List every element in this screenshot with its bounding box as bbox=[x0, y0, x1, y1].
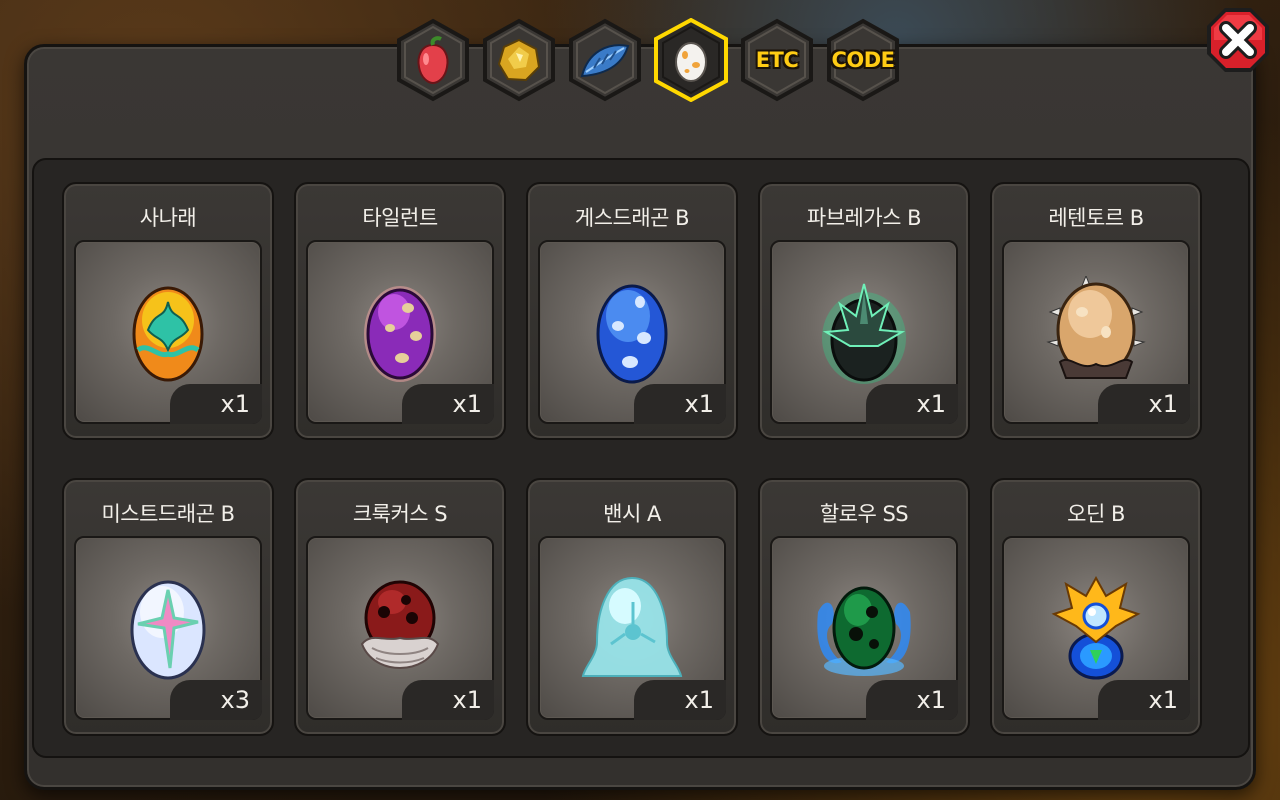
crookus-egg-icon bbox=[360, 580, 440, 670]
item-quantity: x1 bbox=[634, 680, 726, 720]
item-card[interactable]: 크룩커스 S x1 bbox=[294, 478, 506, 736]
item-name: 사나래 bbox=[139, 206, 197, 230]
close-icon bbox=[1207, 8, 1269, 72]
item-quantity: x1 bbox=[866, 680, 958, 720]
item-slot: x3 bbox=[74, 536, 262, 720]
tab-code[interactable]: CODE bbox=[824, 18, 902, 102]
item-slot: x1 bbox=[770, 536, 958, 720]
item-card[interactable]: 타일런트 x1 bbox=[294, 182, 506, 440]
item-slot: x1 bbox=[306, 240, 494, 424]
item-quantity: x1 bbox=[402, 384, 494, 424]
tab-gold[interactable] bbox=[480, 18, 558, 102]
fabregas-egg-icon bbox=[822, 283, 906, 384]
tyrant-egg-icon bbox=[364, 286, 436, 382]
sanarae-egg-icon bbox=[132, 286, 204, 382]
item-card[interactable]: 파브레가스 B x1 bbox=[758, 182, 970, 440]
item-name: 파브레가스 B bbox=[806, 206, 922, 230]
item-card[interactable]: 할로우 SS x1 bbox=[758, 478, 970, 736]
item-quantity: x1 bbox=[402, 680, 494, 720]
item-card[interactable]: 사나래 x1 bbox=[62, 182, 274, 440]
tab-etc[interactable]: ETC bbox=[738, 18, 816, 102]
item-quantity: x1 bbox=[1098, 680, 1190, 720]
item-card[interactable]: 레텐토르 B x1 bbox=[990, 182, 1202, 440]
retentor-egg-icon bbox=[1046, 276, 1146, 379]
item-quantity: x1 bbox=[1098, 384, 1190, 424]
item-quantity: x1 bbox=[866, 384, 958, 424]
item-slot: x1 bbox=[770, 240, 958, 424]
guessdragon-egg-icon bbox=[596, 284, 668, 384]
item-card[interactable]: 오딘 B x1 bbox=[990, 478, 1202, 736]
tab-feather[interactable] bbox=[566, 18, 644, 102]
item-name: 오딘 B bbox=[1067, 502, 1125, 526]
tab-etc-label: ETC bbox=[755, 48, 799, 72]
item-slot: x1 bbox=[306, 536, 494, 720]
item-quantity: x3 bbox=[170, 680, 262, 720]
mistdragon-egg-icon bbox=[130, 580, 206, 680]
item-name: 타일런트 bbox=[362, 206, 438, 230]
item-slot: x1 bbox=[538, 240, 726, 424]
item-name: 밴시 A bbox=[603, 502, 661, 526]
feather-icon bbox=[580, 44, 630, 78]
item-name: 레텐토르 B bbox=[1048, 206, 1144, 230]
item-name: 할로우 SS bbox=[819, 502, 909, 526]
item-card[interactable]: 밴시 A x1 bbox=[526, 478, 738, 736]
item-slot: x1 bbox=[1002, 536, 1190, 720]
item-slot: x1 bbox=[74, 240, 262, 424]
item-quantity: x1 bbox=[170, 384, 262, 424]
close-button[interactable] bbox=[1203, 4, 1273, 76]
tab-fruit[interactable] bbox=[394, 18, 472, 102]
item-card[interactable]: 미스트드래곤 B x3 bbox=[62, 478, 274, 736]
item-name: 미스트드래곤 B bbox=[101, 502, 235, 526]
item-name: 크룩커스 S bbox=[352, 502, 448, 526]
item-name: 게스드래곤 B bbox=[574, 206, 690, 230]
gold-ore-icon bbox=[497, 38, 541, 82]
banshee-egg-icon bbox=[581, 576, 683, 677]
item-quantity: x1 bbox=[634, 384, 726, 424]
item-slot: x1 bbox=[1002, 240, 1190, 424]
item-card[interactable]: 게스드래곤 B x1 bbox=[526, 182, 738, 440]
fruit-icon bbox=[417, 36, 449, 85]
tab-code-label: CODE bbox=[831, 48, 895, 72]
item-slot: x1 bbox=[538, 536, 726, 720]
tab-egg[interactable] bbox=[652, 18, 730, 102]
odin-egg-icon bbox=[1051, 575, 1141, 680]
hollow-egg-icon bbox=[817, 586, 911, 676]
egg-icon bbox=[675, 42, 707, 82]
